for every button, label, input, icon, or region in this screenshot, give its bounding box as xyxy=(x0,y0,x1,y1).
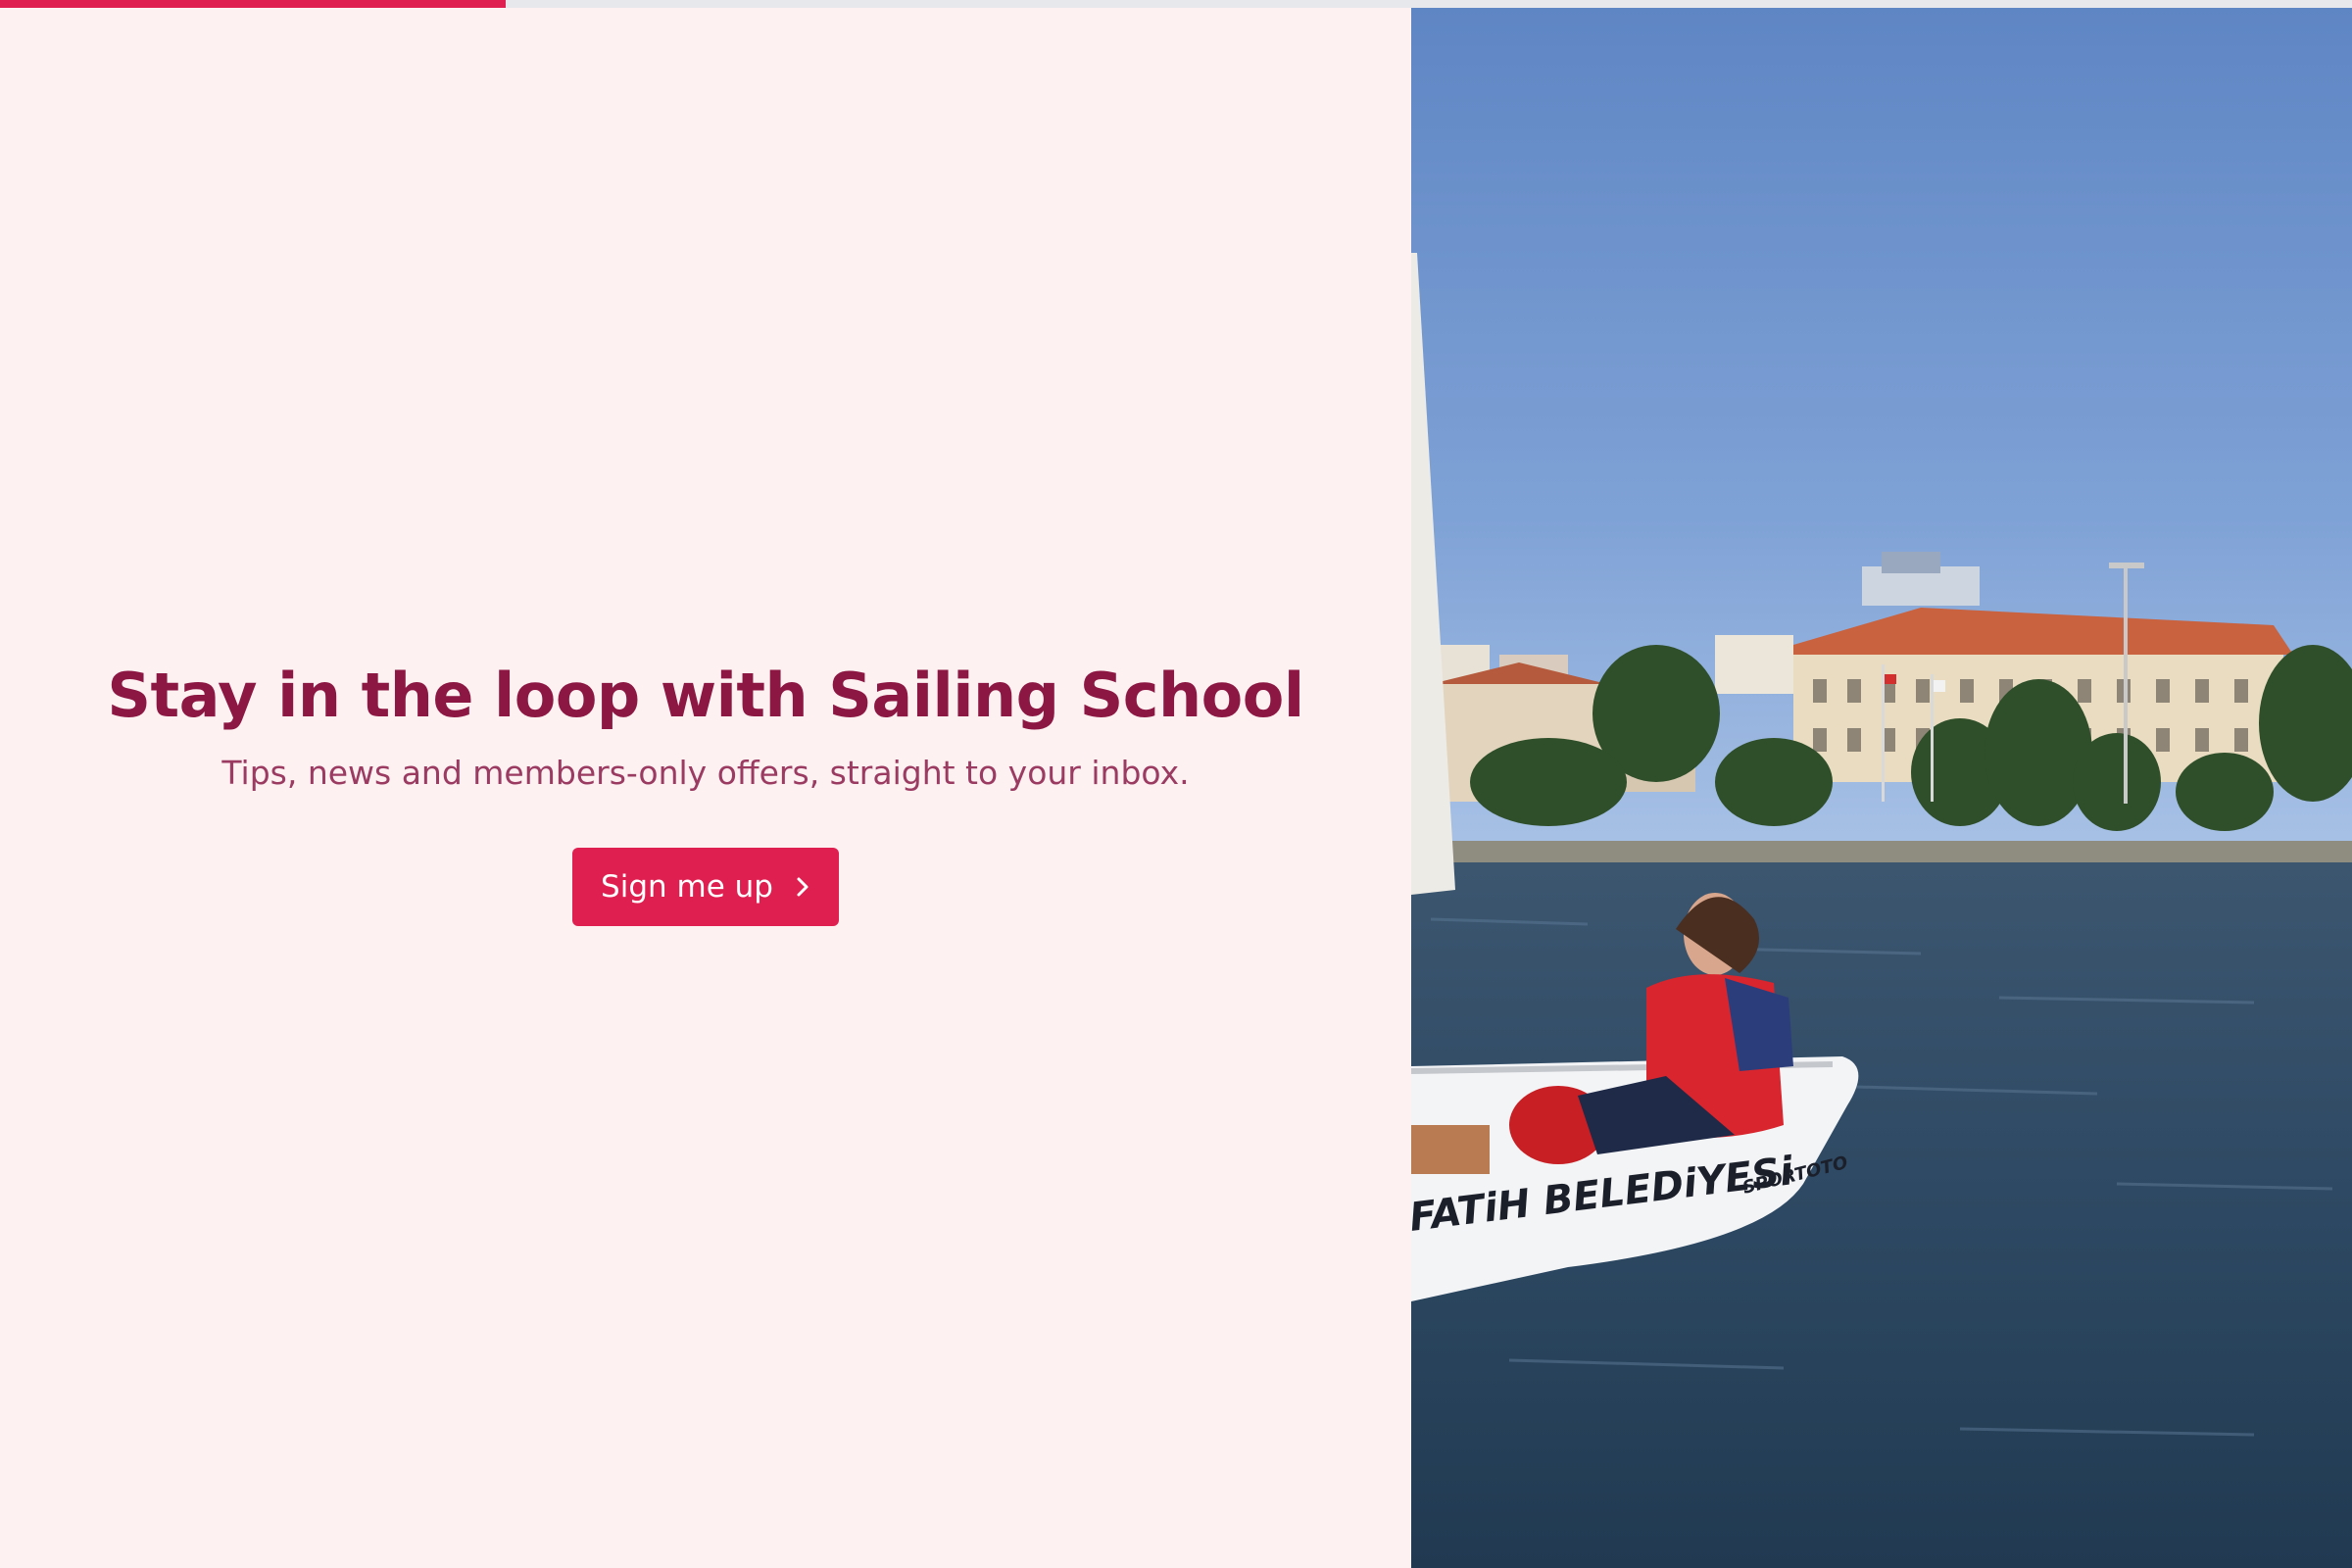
sign-up-button-label: Sign me up xyxy=(601,869,773,905)
sign-up-button[interactable]: Sign me up xyxy=(572,848,839,926)
sailing-photo: FATiH BELEDiYESi SPORTOTO xyxy=(1411,8,2352,1568)
progress-bar-fill xyxy=(0,0,506,8)
progress-bar xyxy=(0,0,2352,8)
chevron-right-icon xyxy=(795,875,810,899)
signup-content: Stay in the loop with Sailing School Tip… xyxy=(0,650,1411,926)
page-title: Stay in the loop with Sailing School xyxy=(107,660,1304,731)
page-subtitle: Tips, news and members-only offers, stra… xyxy=(221,754,1190,792)
hero-photo: FATiH BELEDiYESi SPORTOTO xyxy=(1411,8,2352,1568)
signup-panel: Stay in the loop with Sailing School Tip… xyxy=(0,8,1411,1568)
